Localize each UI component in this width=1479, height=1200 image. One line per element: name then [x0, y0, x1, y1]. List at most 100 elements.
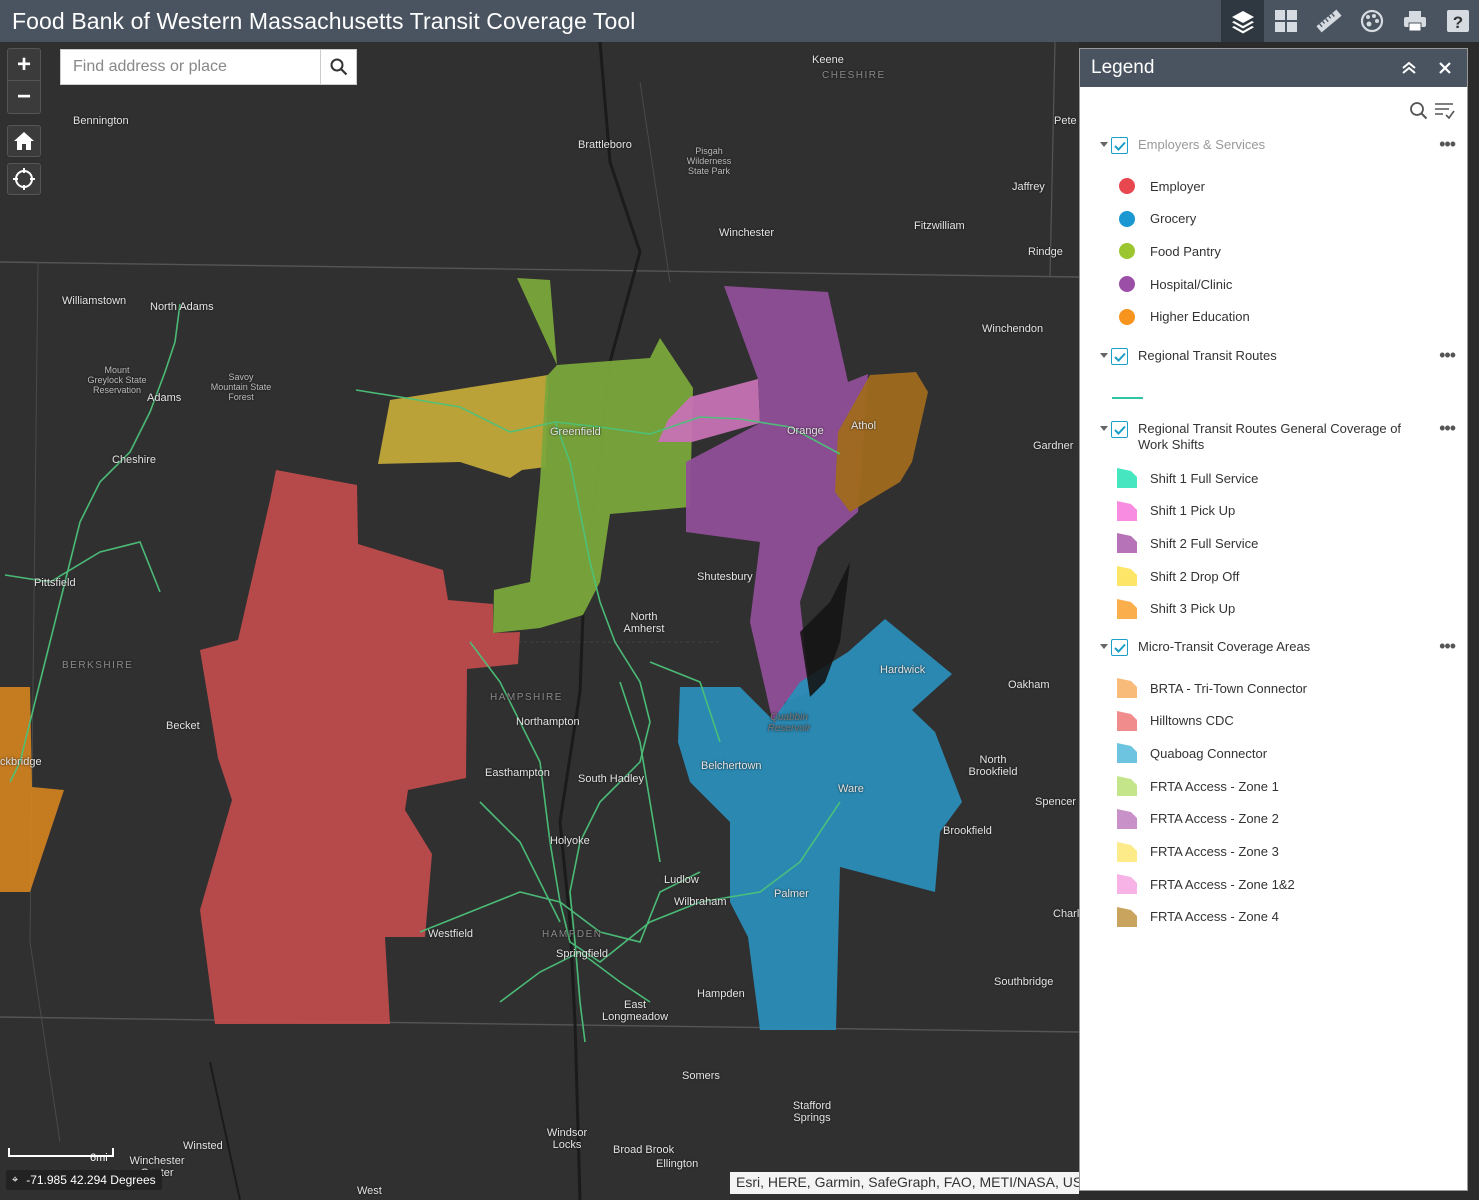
search-icon	[1410, 102, 1428, 120]
place-label: Bennington	[73, 115, 129, 127]
legend-item: BRTA - Tri-Town Connector	[1116, 677, 1307, 699]
question-icon: ?	[1446, 10, 1469, 32]
place-label: Brattleboro	[578, 139, 632, 151]
place-label: Greenfield	[550, 426, 601, 438]
legend-item-label: Food Pantry	[1150, 243, 1221, 259]
place-label: Westfield	[428, 928, 474, 940]
legend-swatch	[1116, 240, 1138, 262]
place-label: Northampton	[516, 716, 580, 728]
legend-layer[interactable]: Micro-Transit Coverage Areas •••	[1100, 637, 1456, 656]
more-options-icon[interactable]: •••	[1425, 346, 1456, 364]
legend-swatch	[1116, 841, 1138, 863]
map-view[interactable]: Bennington Brattleboro Keene Jaffrey Winches…	[0, 42, 1079, 1200]
more-options-icon[interactable]: •••	[1425, 419, 1456, 437]
caret-down-icon[interactable]	[1100, 644, 1108, 649]
legend-layer[interactable]: Regional Transit Routes •••	[1100, 346, 1456, 365]
app-root: Food Bank of Western Massachusetts Trans…	[0, 0, 1479, 1200]
grid-icon	[1274, 10, 1297, 32]
legend-layer-title: Regional Transit Routes General Coverage…	[1138, 421, 1402, 452]
search-widget	[60, 49, 357, 85]
place-label: Gardner	[1033, 440, 1074, 452]
map-attribution[interactable]: Esri, HERE, Garmin, SafeGraph, FAO, METI…	[730, 1172, 1079, 1194]
legend-swatch	[1116, 677, 1138, 699]
legend-swatch	[1116, 873, 1138, 895]
legend-swatch	[1116, 306, 1138, 328]
legend-swatch	[1116, 500, 1138, 522]
legend-item-label: Shift 1 Full Service	[1150, 470, 1259, 486]
legend-item: Shift 1 Full Service	[1116, 467, 1258, 489]
map-area-frta-zone3	[378, 375, 548, 478]
place-label: Savoy Mountain State Forest	[210, 372, 272, 402]
legend-item-label: Quaboag Connector	[1150, 745, 1268, 761]
basemap-gallery-button[interactable]	[1264, 0, 1307, 42]
app-header: Food Bank of Western Massachusetts Trans…	[0, 0, 1479, 42]
measure-button[interactable]	[1307, 0, 1350, 42]
legend-layer[interactable]: Regional Transit Routes General Coverage…	[1100, 419, 1456, 453]
legend-swatch	[1116, 742, 1138, 764]
layer-visibility-checkbox[interactable]	[1111, 348, 1128, 365]
print-button[interactable]	[1393, 0, 1436, 42]
legend-item: Hilltowns CDC	[1116, 710, 1234, 732]
legend-item: Grocery	[1116, 208, 1196, 230]
place-label: Cheshire	[112, 454, 157, 466]
legend-item: Quaboag Connector	[1116, 742, 1267, 764]
more-options-icon[interactable]: •••	[1425, 637, 1456, 655]
map-canvas[interactable]	[0, 42, 1079, 1200]
place-label: Rindge	[1028, 246, 1063, 258]
zoom-out-button[interactable]: −	[8, 81, 40, 113]
place-label: Wilbraham	[674, 896, 727, 908]
coordinate-widget[interactable]: ⌖ -71.985 42.294 Degrees	[6, 1170, 162, 1190]
place-label: Pittsfield	[34, 577, 76, 589]
home-button[interactable]	[7, 125, 41, 157]
place-label: Oakham	[1008, 679, 1050, 691]
search-input[interactable]	[61, 50, 320, 84]
close-panel-button[interactable]	[1435, 58, 1455, 78]
search-button[interactable]	[320, 50, 356, 84]
crosshair-icon	[13, 168, 35, 190]
legend-filter-button[interactable]	[1434, 101, 1455, 125]
place-label: BERKSHIRE	[62, 660, 134, 671]
draw-button[interactable]	[1350, 0, 1393, 42]
place-label: Shutesbury	[697, 571, 753, 583]
place-label: Hardwick	[880, 664, 926, 676]
legend-item-label: FRTA Access - Zone 1&2	[1150, 876, 1295, 892]
scale-label: 6mi	[90, 1152, 108, 1164]
place-label: HAMPSHIRE	[490, 692, 563, 703]
more-options-icon[interactable]: •••	[1425, 135, 1456, 153]
layer-visibility-checkbox[interactable]	[1111, 137, 1128, 154]
zoom-in-button[interactable]: +	[8, 49, 40, 81]
crosshair-small-icon: ⌖	[12, 1173, 19, 1186]
map-area-brta	[0, 687, 64, 892]
place-label: Broad Brook	[613, 1144, 675, 1156]
caret-down-icon[interactable]	[1100, 426, 1108, 431]
toolbar: ?	[1221, 0, 1479, 42]
legend-layer[interactable]: Employers & Services •••	[1100, 135, 1456, 154]
legend-item-label: Higher Education	[1150, 309, 1250, 325]
checkmark-icon	[1113, 141, 1126, 151]
legend-item: FRTA Access - Zone 1&2	[1116, 873, 1295, 895]
legend-item-label: Hilltowns CDC	[1150, 713, 1234, 729]
legend-item-label: Hospital/Clinic	[1150, 276, 1233, 292]
layer-visibility-checkbox[interactable]	[1111, 639, 1128, 656]
place-label: Charl	[1053, 908, 1079, 920]
place-label: West	[357, 1185, 382, 1197]
caret-down-icon[interactable]	[1100, 353, 1108, 358]
place-label: Pete	[1054, 115, 1077, 127]
locate-button[interactable]	[7, 163, 41, 195]
minus-icon: −	[16, 83, 31, 110]
layers-icon	[1231, 11, 1254, 34]
place-label: Stafford Springs	[792, 1100, 832, 1124]
help-button[interactable]: ?	[1436, 0, 1479, 42]
place-label: Ludlow	[664, 874, 699, 886]
search-icon	[330, 58, 347, 76]
layer-visibility-checkbox[interactable]	[1111, 421, 1128, 438]
map-area-hilltowns	[200, 470, 520, 1024]
place-label: Ware	[838, 783, 864, 795]
place-label: Hampden	[697, 988, 745, 1000]
caret-down-icon[interactable]	[1100, 142, 1108, 147]
place-label: ckbridge	[0, 756, 42, 768]
legend-search-button[interactable]	[1409, 101, 1428, 125]
collapse-panel-button[interactable]	[1399, 58, 1419, 78]
place-label: Winchester	[719, 227, 775, 239]
layers-button[interactable]	[1221, 0, 1264, 42]
